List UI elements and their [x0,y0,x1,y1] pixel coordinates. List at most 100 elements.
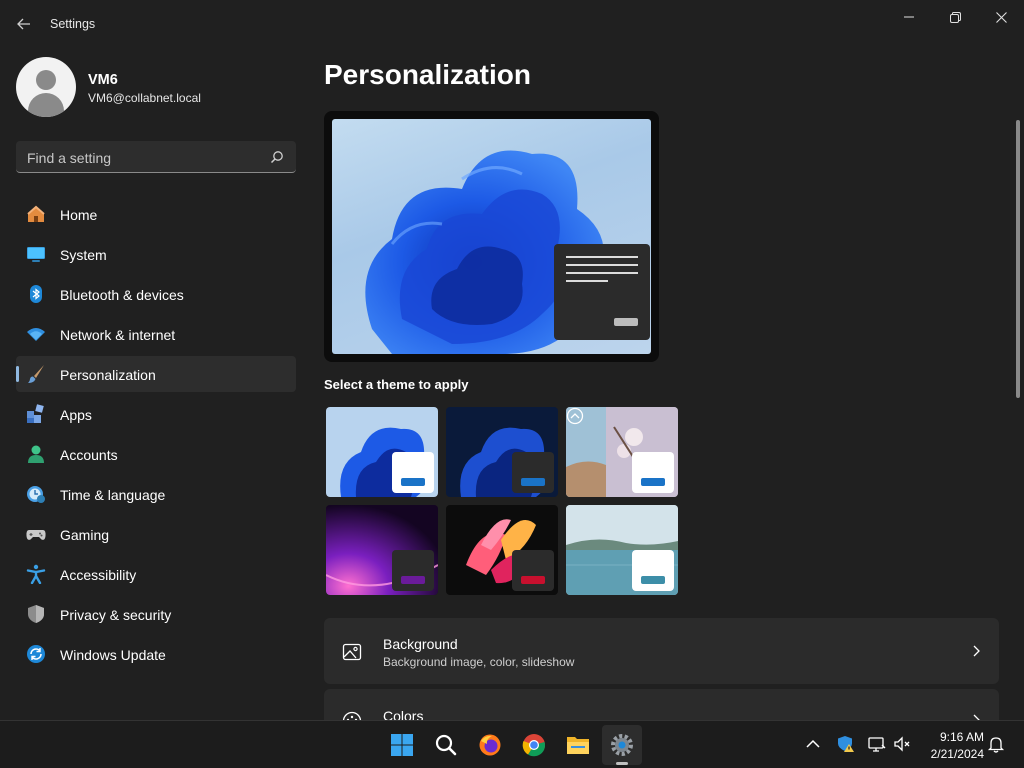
sidebar-item-apps[interactable]: Apps [16,396,296,432]
taskbar-settings[interactable] [602,725,642,765]
windows-update-icon [27,645,45,663]
sidebar-item-label: Gaming [60,527,110,543]
taskbar-chrome[interactable] [514,725,554,765]
sidebar-item-label: Privacy & security [60,607,172,623]
close-icon [995,11,1007,23]
theme-dark-bloom[interactable] [446,407,558,497]
start-icon [391,734,413,756]
taskbar-file-explorer[interactable] [558,725,598,765]
sidebar-item-accessibility[interactable]: Accessibility [16,556,296,592]
preview-text-line [566,280,608,282]
sidebar-item-privacy-security[interactable]: Privacy & security [16,596,296,632]
active-app-indicator [616,762,628,765]
image-icon [342,643,362,661]
minimize-icon [904,16,914,18]
back-arrow-icon [17,18,30,30]
avatar[interactable] [16,57,76,117]
search-input[interactable]: Find a setting [16,141,296,173]
network-icon [27,328,45,341]
sidebar-item-network[interactable]: Network & internet [16,316,296,352]
clock-date[interactable]: 2/21/2024 [920,747,984,761]
sidebar-item-accounts[interactable]: Accounts [16,436,296,472]
preview-window-sample [554,244,650,340]
active-indicator [16,366,19,382]
sidebar-item-bluetooth[interactable]: Bluetooth & devices [16,276,296,312]
theme-section-label: Select a theme to apply [324,377,469,392]
sidebar-item-system[interactable]: System [16,236,296,272]
app-title: Settings [50,17,96,31]
sidebar-item-label: Network & internet [60,327,176,343]
theme-window-sample [512,452,554,493]
search-icon [435,734,457,756]
sidebar-item-label: Accessibility [60,567,137,583]
sidebar-item-label: Time & language [60,487,166,503]
volume-muted-icon[interactable] [893,735,911,753]
background-card[interactable]: Background Background image, color, slid… [324,618,999,684]
search-icon [270,151,283,164]
preview-wallpaper [332,119,651,354]
restore-button[interactable] [933,4,977,30]
spotlight-badge-icon [566,407,584,425]
gaming-icon [26,530,46,540]
theme-window-sample [632,452,674,493]
apps-icon [27,404,44,423]
taskbar-start-button[interactable] [382,725,422,765]
preview-text-line [566,272,638,274]
restore-icon [949,11,961,23]
firefox-icon [479,734,501,756]
chevron-up-icon[interactable] [804,735,822,753]
taskbar-firefox[interactable] [470,725,510,765]
theme-window-sample [392,550,434,591]
brush-icon [28,365,44,383]
sidebar-item-windows-update[interactable]: Windows Update [16,636,296,672]
sidebar-item-home[interactable]: Home [16,196,296,232]
user-email: VM6@collabnet.local [88,91,201,105]
file-explorer-icon [567,737,589,754]
sidebar-item-label: Bluetooth & devices [60,287,184,303]
sidebar-item-gaming[interactable]: Gaming [16,516,296,552]
theme-accent-swatch [401,478,425,486]
home-icon [27,205,45,222]
theme-glow[interactable] [326,505,438,595]
notification-bell-icon[interactable] [987,735,1005,753]
colors-card[interactable]: Colors [324,689,999,720]
theme-preview [324,111,659,362]
sidebar-item-label: Personalization [60,367,156,383]
theme-captured-motion[interactable] [446,505,558,595]
network-icon[interactable] [868,735,886,753]
sidebar-item-label: Windows Update [60,647,166,663]
title-bar: Settings [0,0,1024,48]
bluetooth-icon [30,285,42,303]
theme-flow[interactable] [566,505,678,595]
taskbar-search-button[interactable] [426,725,466,765]
preview-text-line [566,256,638,258]
close-button[interactable] [979,4,1023,30]
taskbar: 9:16 AM 2/21/2024 [0,720,1024,768]
sidebar-item-personalization[interactable]: Personalization [16,356,296,392]
search-placeholder: Find a setting [27,150,112,166]
card-title: Background [383,636,458,652]
preview-text-line [566,264,638,266]
clock-time[interactable]: 9:16 AM [928,730,984,744]
theme-accent-swatch [401,576,425,584]
chevron-right-icon [973,645,980,657]
theme-accent-swatch [521,478,545,486]
back-button[interactable] [10,12,38,36]
accessibility-icon [26,564,46,584]
shield-icon [28,605,44,623]
theme-spotlight[interactable] [566,407,678,497]
card-subtitle: Background image, color, slideshow [383,655,575,669]
defender-warning-icon[interactable] [837,735,855,753]
theme-light-bloom[interactable] [326,407,438,497]
sidebar-item-label: System [60,247,107,263]
chrome-icon [522,734,546,757]
minimize-button[interactable] [887,4,931,30]
sidebar-item-label: Apps [60,407,92,423]
avatar-head-shape [36,70,56,90]
settings-icon [611,734,633,756]
scrollbar-thumb[interactable] [1016,120,1020,398]
theme-window-sample [632,550,674,591]
preview-button-sample [614,318,638,326]
sidebar-item-time-language[interactable]: Time & language [16,476,296,512]
page-title: Personalization [324,59,531,90]
